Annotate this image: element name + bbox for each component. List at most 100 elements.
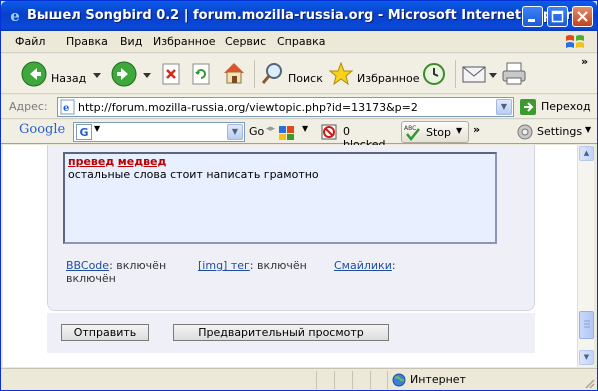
- maximize-icon: [551, 10, 564, 23]
- stop-page-icon: [162, 63, 180, 85]
- menu-tools[interactable]: Сервис: [225, 35, 266, 48]
- security-zone: Интернет: [387, 371, 579, 389]
- refresh-button[interactable]: [191, 58, 213, 90]
- news-icon: [279, 126, 294, 140]
- bbcode-link[interactable]: BBCode: [66, 259, 109, 272]
- internet-globe-icon: [392, 373, 406, 387]
- back-arrow-icon: [21, 61, 47, 87]
- standard-toolbar: Назад Поиск Избранное »: [1, 54, 597, 94]
- svg-text:e: e: [63, 103, 69, 114]
- smilies-link[interactable]: Смайлики: [334, 259, 392, 272]
- img-tag-status: : включён: [249, 259, 307, 272]
- resize-grip-icon[interactable]: [583, 377, 595, 389]
- menu-edit[interactable]: Правка: [66, 35, 108, 48]
- menu-bar: Файл Правка Вид Избранное Сервис Справка: [1, 31, 597, 53]
- address-dropdown-button[interactable]: ▼: [496, 99, 512, 115]
- scroll-up-button[interactable]: ▲: [579, 146, 594, 161]
- google-overflow-icon[interactable]: »: [473, 123, 480, 136]
- svg-text:ABC: ABC: [404, 125, 416, 132]
- toolbar-separator: [254, 60, 255, 88]
- page-content: превед медвед остальные слова стоит напи…: [3, 145, 577, 367]
- favorites-label: Избранное: [357, 72, 420, 85]
- go-label: Переход: [541, 100, 591, 113]
- status-cell-4: [370, 371, 386, 389]
- stop-dropdown-icon[interactable]: ▼: [456, 126, 462, 135]
- settings-label: Settings: [537, 125, 583, 138]
- mail-button[interactable]: [461, 58, 499, 90]
- back-button[interactable]: Назад: [21, 58, 101, 90]
- minimize-icon: [528, 19, 535, 22]
- toolbar-overflow-icon[interactable]: »: [581, 55, 588, 68]
- message-textarea[interactable]: превед медвед остальные слова стоит напи…: [63, 152, 497, 244]
- smilies-status-line2: включён: [66, 272, 116, 285]
- menu-file[interactable]: Файл: [15, 35, 45, 48]
- back-dropdown-icon[interactable]: [93, 73, 101, 79]
- spell-check-stop-button[interactable]: ABC Stop ▼: [401, 121, 469, 143]
- submit-button[interactable]: Отправить: [61, 324, 149, 341]
- preview-button[interactable]: Предварительный просмотр: [173, 324, 389, 341]
- scroll-thumb[interactable]: [579, 311, 594, 339]
- back-label: Назад: [51, 72, 87, 85]
- message-text: остальные слова стоит написать грамотно: [68, 168, 319, 181]
- bbcode-info: BBCode: включён: [66, 259, 166, 272]
- windows-flag-icon: [566, 35, 584, 48]
- menu-view[interactable]: Вид: [120, 35, 142, 48]
- history-button[interactable]: [421, 58, 449, 90]
- mail-dropdown-icon[interactable]: [489, 73, 497, 79]
- home-button[interactable]: [221, 58, 247, 90]
- maximize-button[interactable]: [547, 6, 568, 27]
- form-buttons-area: Отправить Предварительный просмотр: [47, 313, 535, 353]
- toolbar-separator-2: [455, 60, 456, 88]
- scroll-down-button[interactable]: ▼: [579, 350, 594, 365]
- google-toolbar: Google G ▼ ▼ Go ◂▸ ▼ 0 blocked ABC: [1, 120, 597, 151]
- close-icon: [577, 11, 588, 22]
- menu-favorites[interactable]: Избранное: [153, 35, 215, 48]
- stop-button[interactable]: [161, 58, 183, 90]
- google-settings-button[interactable]: Settings ▼: [517, 123, 593, 141]
- message-link-2: медвед: [117, 155, 167, 168]
- search-label: Поиск: [288, 72, 323, 85]
- print-icon: [502, 62, 526, 85]
- address-label: Адрес:: [9, 100, 48, 113]
- settings-dropdown-icon: ▼: [585, 125, 592, 134]
- img-tag-link[interactable]: [img] тег: [198, 259, 250, 272]
- stop-label: Stop: [426, 126, 452, 139]
- forward-button[interactable]: [111, 58, 153, 90]
- google-go-button[interactable]: Go: [249, 125, 264, 138]
- google-go-arrows-icon: ◂▸: [266, 124, 276, 134]
- minimize-button[interactable]: [522, 6, 543, 27]
- menu-help[interactable]: Справка: [277, 35, 325, 48]
- address-input[interactable]: e http://forum.mozilla-russia.org/viewto…: [57, 97, 514, 117]
- favorites-star-icon: [329, 62, 353, 86]
- status-cell-1: [316, 371, 332, 389]
- bbcode-status: : включён: [109, 259, 167, 272]
- close-button[interactable]: [572, 6, 593, 27]
- print-button[interactable]: [501, 58, 529, 90]
- message-link-1: превед: [68, 155, 115, 168]
- google-history-dropdown[interactable]: ▼: [227, 124, 243, 140]
- scroll-grip-icon: [584, 320, 590, 328]
- address-url: http://forum.mozilla-russia.org/viewtopi…: [78, 101, 418, 114]
- status-cell-2: [334, 371, 350, 389]
- vertical-scrollbar[interactable]: ▲ ▼: [577, 145, 594, 367]
- forward-dropdown-icon[interactable]: [143, 73, 151, 79]
- search-button[interactable]: Поиск: [260, 58, 323, 90]
- google-engine-dropdown-icon[interactable]: ▼: [94, 124, 100, 133]
- page-icon: e: [60, 99, 75, 115]
- news-button[interactable]: ▼: [278, 123, 312, 141]
- go-button[interactable]: Переход: [520, 98, 594, 116]
- forward-arrow-icon: [111, 61, 137, 87]
- status-bar: Интернет: [1, 368, 597, 390]
- google-search-input[interactable]: G ▼ ▼: [73, 122, 245, 142]
- search-icon: [261, 63, 282, 84]
- google-logo: Google: [19, 122, 65, 137]
- home-icon: [224, 63, 244, 84]
- address-bar: Адрес: e http://forum.mozilla-russia.org…: [1, 95, 597, 119]
- smilies-status: :: [391, 259, 396, 272]
- ie-window: e Вышел Songbird 0.2 | forum.mozilla-rus…: [0, 0, 598, 391]
- settings-icon: [517, 124, 533, 140]
- mail-icon: [462, 66, 486, 83]
- popup-blocker-button[interactable]: 0 blocked: [321, 123, 395, 151]
- news-dropdown-icon[interactable]: ▼: [302, 124, 308, 133]
- favorites-button[interactable]: Избранное: [329, 58, 419, 90]
